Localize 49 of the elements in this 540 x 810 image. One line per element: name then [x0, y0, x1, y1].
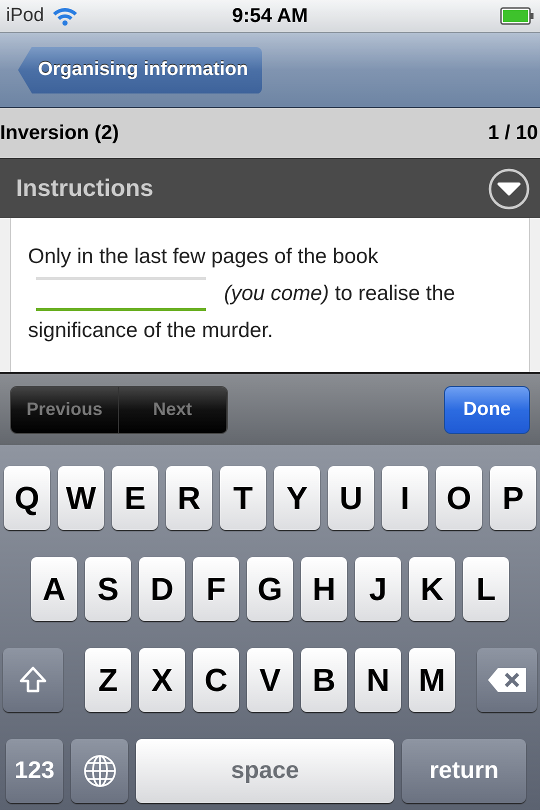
- clock-time: 9:54 AM: [232, 4, 308, 28]
- letter-key[interactable]: E: [112, 466, 158, 530]
- letter-key[interactable]: R: [166, 466, 212, 530]
- question-text: significance of the murder.: [28, 318, 274, 344]
- letter-key[interactable]: T: [220, 466, 266, 530]
- backspace-key[interactable]: [477, 648, 537, 712]
- letter-key[interactable]: V: [247, 648, 293, 712]
- globe-icon: [82, 754, 116, 788]
- return-key[interactable]: return: [402, 739, 526, 803]
- letter-key[interactable]: J: [355, 557, 401, 621]
- letter-key[interactable]: G: [247, 557, 293, 621]
- section-title: Instructions: [16, 174, 154, 202]
- done-button[interactable]: Done: [444, 386, 530, 434]
- globe-key[interactable]: [71, 739, 128, 803]
- answer-field[interactable]: [36, 276, 206, 310]
- letter-key[interactable]: M: [409, 648, 455, 712]
- space-key[interactable]: space: [136, 739, 394, 803]
- expand-icon[interactable]: [488, 168, 530, 210]
- progress-counter: 1 / 10: [488, 122, 539, 144]
- letter-key[interactable]: O: [436, 466, 482, 530]
- letter-key[interactable]: N: [355, 648, 401, 712]
- shift-icon: [18, 665, 48, 695]
- letter-key[interactable]: S: [85, 557, 131, 621]
- letter-key[interactable]: I: [382, 466, 428, 530]
- letter-key[interactable]: B: [301, 648, 347, 712]
- letter-key[interactable]: Q: [4, 466, 50, 530]
- question-text: (you come) to realise the: [224, 281, 456, 307]
- letter-key[interactable]: Y: [274, 466, 320, 530]
- exercise-title: Inversion (2): [0, 122, 119, 144]
- letter-key[interactable]: P: [490, 466, 536, 530]
- back-button[interactable]: Organising information: [18, 46, 262, 94]
- letter-key[interactable]: H: [301, 557, 347, 621]
- letter-key[interactable]: L: [463, 557, 509, 621]
- letter-key[interactable]: A: [31, 557, 77, 621]
- device-name: iPod: [6, 5, 44, 27]
- letter-key[interactable]: U: [328, 466, 374, 530]
- battery-icon: [500, 7, 534, 25]
- numbers-key[interactable]: 123: [6, 739, 63, 803]
- letter-key[interactable]: F: [193, 557, 239, 621]
- question-text: Only in the last few pages of the book: [28, 245, 378, 268]
- letter-key[interactable]: Z: [85, 648, 131, 712]
- backspace-icon: [486, 666, 528, 694]
- letter-key[interactable]: K: [409, 557, 455, 621]
- letter-key[interactable]: X: [139, 648, 185, 712]
- letter-key[interactable]: D: [139, 557, 185, 621]
- shift-key[interactable]: [3, 648, 63, 712]
- letter-key[interactable]: C: [193, 648, 239, 712]
- letter-key[interactable]: W: [58, 466, 104, 530]
- wifi-icon: [52, 6, 78, 26]
